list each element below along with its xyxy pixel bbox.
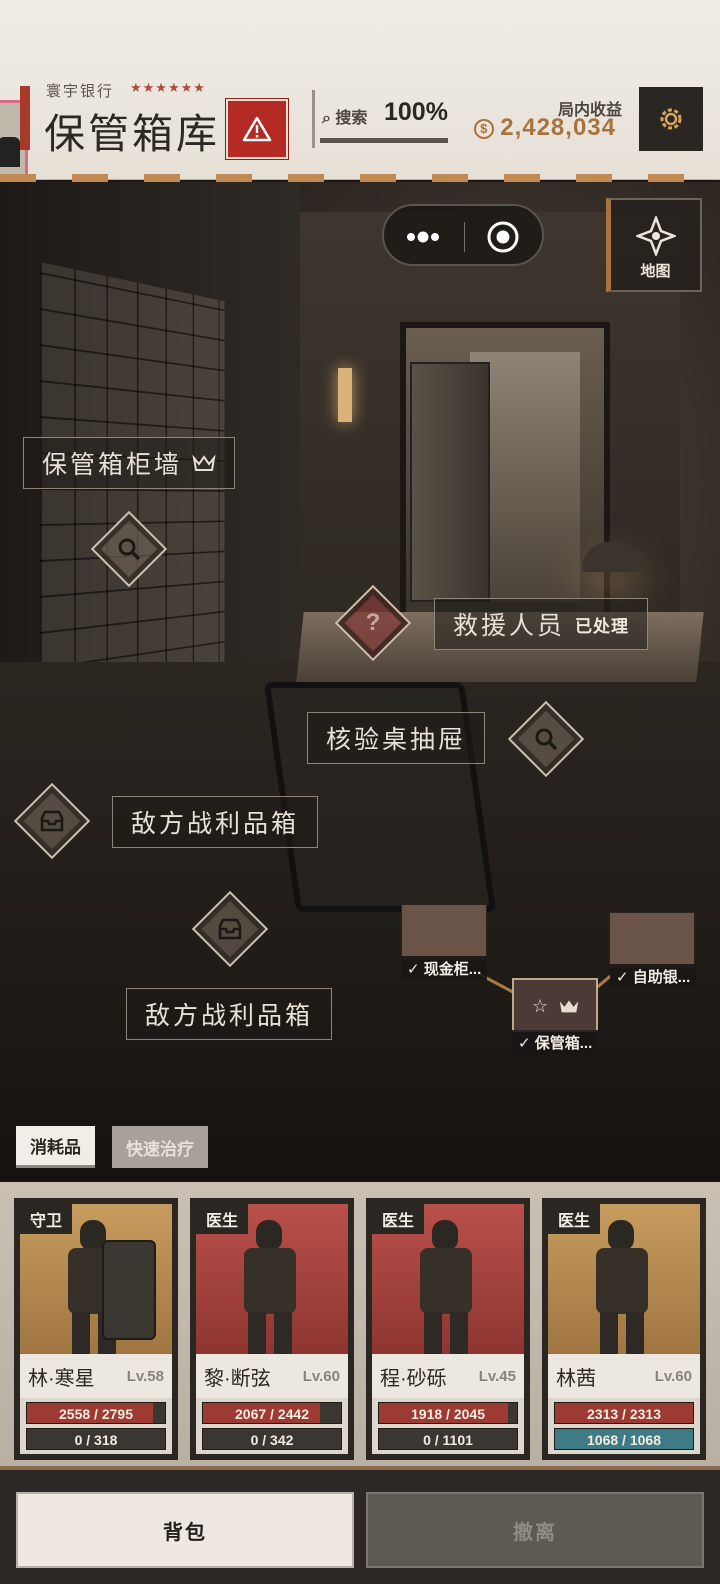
member-card[interactable]: 医生 程·砂砾 Lv.45 1918 / 2045 0 / 1101 xyxy=(366,1198,530,1460)
tab-quick-heal[interactable]: 快速治疗 xyxy=(112,1126,208,1168)
compass-icon xyxy=(634,214,677,258)
bottom-action-bar: 背包 撤离 xyxy=(0,1466,720,1584)
member-portrait: 医生 xyxy=(372,1204,524,1354)
room-caption-atm: ✓ 自助银... xyxy=(610,964,697,988)
evacuate-button[interactable]: 撤离 xyxy=(366,1492,704,1568)
question-icon: ? xyxy=(365,609,381,636)
energy-bar: 0 / 1101 xyxy=(378,1428,518,1450)
warning-icon xyxy=(242,116,272,142)
room-thumb-cash[interactable] xyxy=(401,904,487,960)
role-badge: 医生 xyxy=(548,1204,601,1234)
loot-box-icon xyxy=(27,796,77,846)
miniprogram-capsule xyxy=(382,204,544,266)
member-level: Lv.60 xyxy=(302,1367,340,1385)
rescuer-status: 已处理 xyxy=(575,616,630,636)
page-title: 保管箱库 xyxy=(44,110,220,158)
bank-name: 寰宇银行 xyxy=(46,83,115,100)
team-panel: 守卫 林·寒星 Lv.58 2558 / 2795 0 / 318 医生 黎·断… xyxy=(0,1182,720,1466)
room-thumb-vault-current[interactable]: ☆ xyxy=(512,978,598,1032)
header-divider xyxy=(0,174,720,182)
room-caption-cash: ✓ 现金柜... xyxy=(401,956,488,980)
gear-icon xyxy=(660,108,682,130)
poi-enemy-loot-2[interactable]: 敌方战利品箱 xyxy=(126,988,333,1040)
search-progress-fill xyxy=(320,138,448,143)
close-target-icon[interactable] xyxy=(486,220,520,254)
poi-locker-wall[interactable]: 保管箱柜墙 xyxy=(23,437,236,489)
hp-bar: 2558 / 2795 xyxy=(26,1402,166,1424)
backpack-button[interactable]: 背包 xyxy=(16,1492,354,1568)
member-name: 林茜 xyxy=(556,1367,596,1390)
coin-icon: $ xyxy=(474,119,495,139)
hp-bar: 2313 / 2313 xyxy=(554,1402,694,1424)
wall-lamp xyxy=(338,368,352,422)
member-level: Lv.60 xyxy=(654,1367,692,1385)
member-portrait: 医生 xyxy=(196,1204,348,1354)
magnifier-icon xyxy=(104,524,154,574)
energy-bar: 0 / 342 xyxy=(202,1428,342,1450)
poi-enemy-loot-1[interactable]: 敌方战利品箱 xyxy=(112,796,319,848)
search-percent: 100% xyxy=(384,98,448,126)
hp-bar: 2067 / 2442 xyxy=(202,1402,342,1424)
magnifier-icon xyxy=(521,714,571,764)
room-thumb-atm[interactable] xyxy=(609,912,695,968)
member-name: 程·砂砾 xyxy=(380,1367,447,1390)
top-header: 寰宇银行 ★★★★★★ 保管箱库 ⌕ 搜索 100% 局内收益 $2,428,0… xyxy=(0,0,720,210)
difficulty-stars: ★★★★★★ xyxy=(130,80,206,95)
search-icon: ⌕ xyxy=(322,110,331,127)
member-name: 黎·断弦 xyxy=(204,1367,271,1390)
member-name: 林·寒星 xyxy=(28,1367,95,1390)
role-badge: 医生 xyxy=(372,1204,425,1234)
search-progress-bar xyxy=(320,138,448,143)
settings-button[interactable] xyxy=(639,87,703,151)
poi-desk-drawer[interactable]: 核验桌抽屉 xyxy=(307,712,486,764)
map-button[interactable]: 地图 xyxy=(606,198,702,292)
vault-door xyxy=(410,362,490,602)
search-label: ⌕ 搜索 xyxy=(322,110,368,127)
crown-icon xyxy=(192,454,216,471)
alert-button[interactable] xyxy=(226,99,288,159)
loot-box-icon xyxy=(205,904,255,954)
title-accent-bar xyxy=(20,86,30,150)
member-card[interactable]: 守卫 林·寒星 Lv.58 2558 / 2795 0 / 318 xyxy=(14,1198,178,1460)
role-badge: 医生 xyxy=(196,1204,249,1234)
member-portrait: 守卫 xyxy=(20,1204,172,1354)
member-card[interactable]: 医生 黎·断弦 Lv.60 2067 / 2442 0 / 342 xyxy=(190,1198,354,1460)
tab-consumables[interactable]: 消耗品 xyxy=(16,1126,95,1168)
income-value: $2,428,034 xyxy=(474,114,616,142)
member-portrait: 医生 xyxy=(548,1204,700,1354)
star-outline-icon: ☆ xyxy=(532,996,549,1016)
map-label: 地图 xyxy=(640,263,671,280)
member-card[interactable]: 医生 林茜 Lv.60 2313 / 2313 1068 / 1068 xyxy=(542,1198,706,1460)
room-caption-vault: ✓ 保管箱... xyxy=(512,1030,599,1054)
vault-scene[interactable]: 地图 保管箱柜墙 ? 救援人员 已处理 核验桌抽屉 敌方战利品箱 敌方战利品箱 … xyxy=(0,182,720,1182)
search-progress-panel: ⌕ 搜索 100% xyxy=(312,90,458,148)
poi-rescuer[interactable]: 救援人员 已处理 xyxy=(434,598,649,650)
role-badge: 守卫 xyxy=(20,1204,73,1234)
member-level: Lv.58 xyxy=(126,1367,164,1385)
crown-icon xyxy=(559,1000,579,1013)
hp-bar: 1918 / 2045 xyxy=(378,1402,518,1424)
energy-bar: 0 / 318 xyxy=(26,1428,166,1450)
member-level: Lv.45 xyxy=(478,1367,516,1385)
riot-shield xyxy=(102,1240,156,1340)
energy-bar: 1068 / 1068 xyxy=(554,1428,694,1450)
more-icon[interactable] xyxy=(404,228,442,246)
